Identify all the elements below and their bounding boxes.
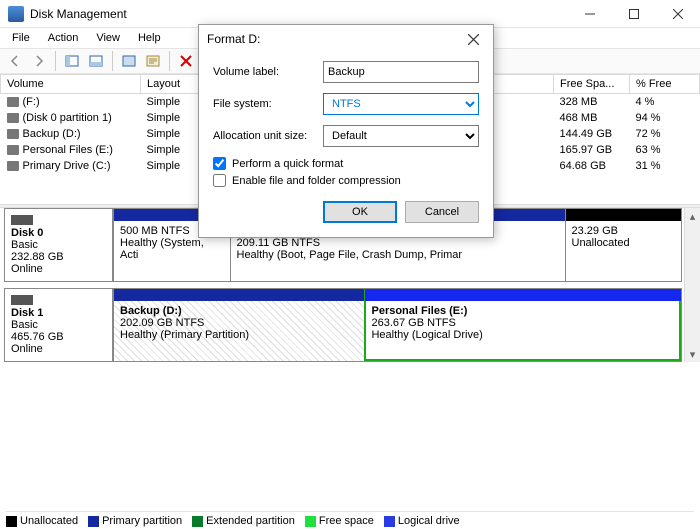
volume-icon (7, 129, 19, 139)
partition[interactable]: Backup (D:)202.09 GB NTFSHealthy (Primar… (113, 289, 364, 361)
volume-icon (7, 97, 19, 107)
scrollbar-vertical[interactable]: ▴ ▾ (684, 208, 700, 362)
disk-label[interactable]: Disk 0Basic232.88 GBOnline (5, 209, 113, 281)
disk-icon (11, 295, 33, 305)
legend-logical: Logical drive (384, 515, 460, 527)
volume-label-input[interactable] (323, 61, 479, 83)
minimize-button[interactable] (568, 0, 612, 28)
app-icon (8, 6, 24, 22)
cancel-button[interactable]: Cancel (405, 201, 479, 223)
volume-icon (7, 145, 19, 155)
legend-unallocated: Unallocated (6, 515, 78, 527)
label-volume: Volume label: (213, 66, 323, 78)
disk-row: Disk 1Basic465.76 GBOnlineBackup (D:)202… (4, 288, 682, 362)
back-button[interactable] (4, 50, 26, 72)
window-title: Disk Management (30, 7, 568, 21)
toolbar-icon-2[interactable] (85, 50, 107, 72)
refresh-icon[interactable] (118, 50, 140, 72)
volume-icon (7, 113, 19, 123)
maximize-button[interactable] (612, 0, 656, 28)
close-button[interactable] (656, 0, 700, 28)
forward-button[interactable] (28, 50, 50, 72)
properties-icon[interactable] (142, 50, 164, 72)
delete-icon[interactable] (175, 50, 197, 72)
legend-free: Free space (305, 515, 374, 527)
quick-format-label: Perform a quick format (232, 158, 343, 170)
allocation-select[interactable]: Default (323, 125, 479, 147)
dialog-close-button[interactable] (461, 27, 485, 51)
partition[interactable]: 23.29 GBUnallocated (565, 209, 682, 281)
col-volume[interactable]: Volume (1, 75, 141, 94)
col-pct[interactable]: % Free (630, 75, 700, 94)
compression-label: Enable file and folder compression (232, 175, 401, 187)
volume-icon (7, 161, 19, 171)
disk-icon (11, 215, 33, 225)
label-alloc: Allocation unit size: (213, 130, 323, 142)
legend-primary: Primary partition (88, 515, 182, 527)
ok-button[interactable]: OK (323, 201, 397, 223)
format-dialog: Format D: Volume label: File system: NTF… (198, 24, 494, 238)
scroll-down-icon[interactable]: ▾ (685, 346, 700, 362)
menu-action[interactable]: Action (42, 30, 85, 46)
menu-help[interactable]: Help (132, 30, 167, 46)
menu-view[interactable]: View (90, 30, 126, 46)
quick-format-checkbox[interactable] (213, 157, 226, 170)
filesystem-select[interactable]: NTFS (323, 93, 479, 115)
partition[interactable]: Personal Files (E:)263.67 GB NTFSHealthy… (364, 289, 681, 361)
legend: Unallocated Primary partition Extended p… (6, 511, 694, 527)
toolbar-icon-1[interactable] (61, 50, 83, 72)
legend-extended: Extended partition (192, 515, 295, 527)
dialog-title: Format D: (207, 32, 461, 46)
scroll-up-icon[interactable]: ▴ (685, 208, 700, 224)
compression-checkbox[interactable] (213, 174, 226, 187)
col-free[interactable]: Free Spa... (554, 75, 630, 94)
disk-label[interactable]: Disk 1Basic465.76 GBOnline (5, 289, 113, 361)
label-filesystem: File system: (213, 98, 323, 110)
menu-file[interactable]: File (6, 30, 36, 46)
